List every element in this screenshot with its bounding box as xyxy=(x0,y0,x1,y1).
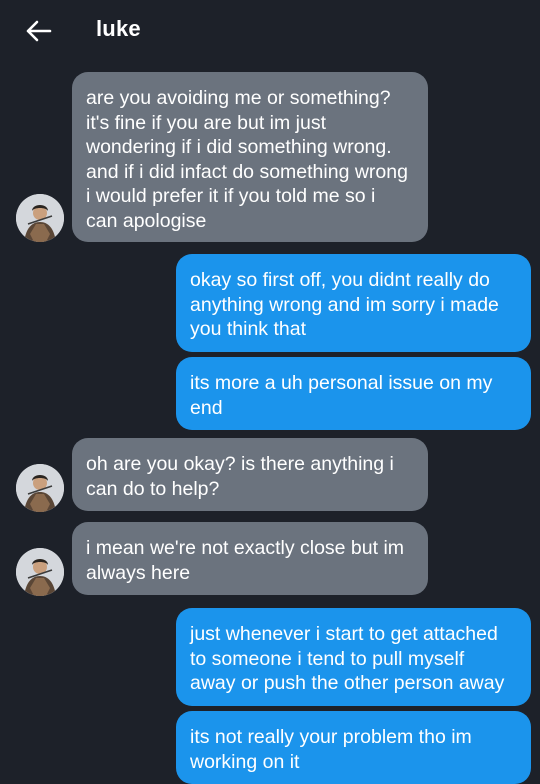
arrow-left-icon xyxy=(26,20,52,42)
message-bubble-outgoing[interactable]: its not really your problem tho im worki… xyxy=(176,711,531,784)
message-bubble-incoming[interactable]: i mean we're not exactly close but im al… xyxy=(72,522,428,595)
message-bubble-incoming[interactable]: oh are you okay? is there anything i can… xyxy=(72,438,428,511)
message-bubble-outgoing[interactable]: okay so first off, you didnt really do a… xyxy=(176,254,531,352)
message-bubble-outgoing[interactable]: just whenever i start to get attached to… xyxy=(176,608,531,706)
message-text: okay so first off, you didnt really do a… xyxy=(190,269,499,340)
message-text: its more a uh personal issue on my end xyxy=(190,372,493,419)
contact-avatar[interactable] xyxy=(16,194,64,242)
contact-name[interactable]: luke xyxy=(96,16,141,42)
message-bubble-incoming[interactable]: are you avoiding me or something? it's f… xyxy=(72,72,428,242)
message-text: i mean we're not exactly close but im al… xyxy=(86,537,405,584)
message-text: just whenever i start to get attached to… xyxy=(190,623,505,694)
back-button[interactable] xyxy=(18,14,58,48)
chat-header: luke xyxy=(0,0,540,62)
message-text: its not really your problem tho im worki… xyxy=(190,726,472,773)
chat-screen: luke are you avoiding me or something? i… xyxy=(0,0,540,784)
contact-avatar[interactable] xyxy=(16,464,64,512)
contact-avatar[interactable] xyxy=(16,548,64,596)
message-text: are you avoiding me or something? it's f… xyxy=(86,87,408,232)
message-text: oh are you okay? is there anything i can… xyxy=(86,453,394,500)
message-bubble-outgoing[interactable]: its more a uh personal issue on my end xyxy=(176,357,531,430)
